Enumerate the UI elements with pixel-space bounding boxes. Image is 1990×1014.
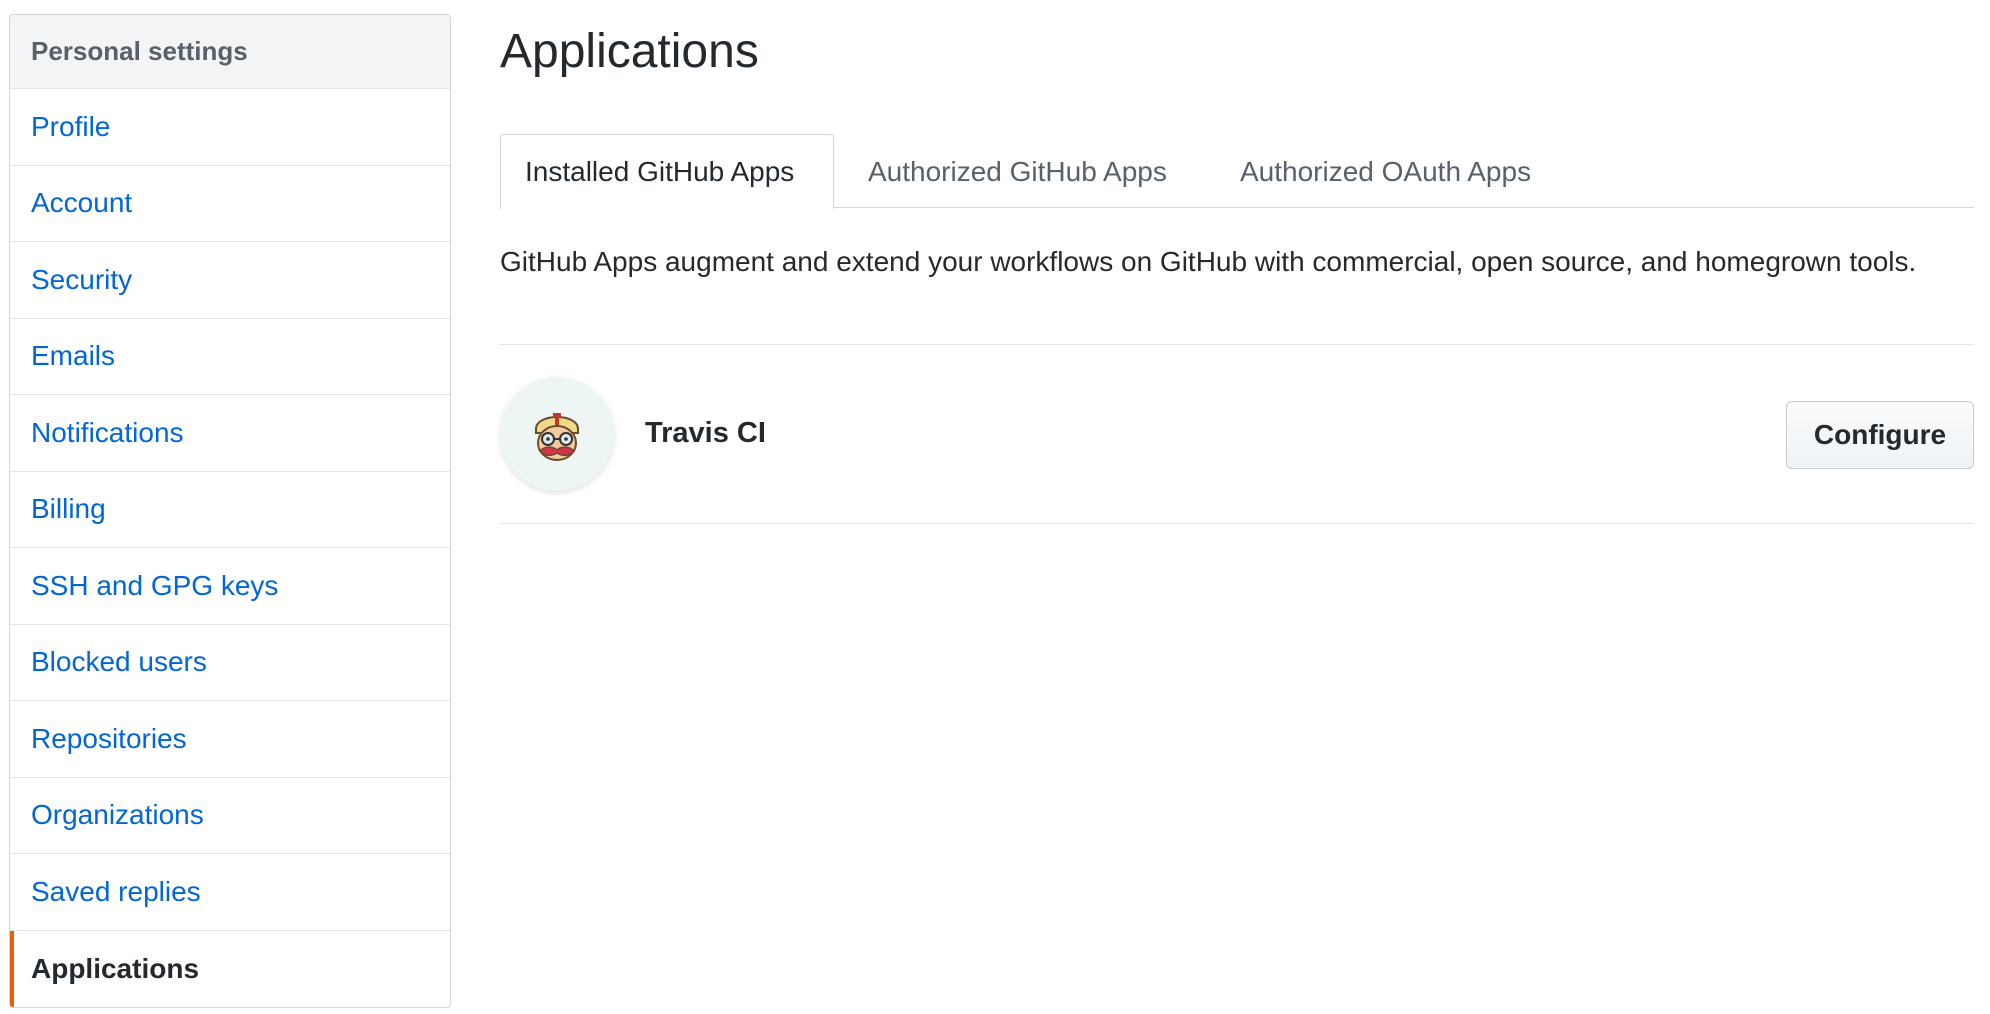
- sidebar-item-repositories[interactable]: Repositories: [10, 701, 450, 778]
- settings-sidebar: Personal settings Profile Account Securi…: [9, 14, 451, 1008]
- app-tabs: Installed GitHub Apps Authorized GitHub …: [500, 134, 1974, 209]
- tab-description: GitHub Apps augment and extend your work…: [500, 246, 1917, 277]
- sidebar-item-account[interactable]: Account: [10, 166, 450, 242]
- sidebar-item-blocked-users[interactable]: Blocked users: [10, 625, 450, 701]
- sidebar-item-applications[interactable]: Applications: [10, 930, 450, 1008]
- sidebar-item-billing[interactable]: Billing: [10, 472, 450, 548]
- sidebar-item-security[interactable]: Security: [10, 242, 450, 319]
- sidebar-item-saved-replies[interactable]: Saved replies: [10, 854, 450, 931]
- tab-installed-github-apps[interactable]: Installed GitHub Apps: [500, 134, 834, 209]
- sidebar-item-profile[interactable]: Profile: [10, 89, 450, 166]
- app-name: Travis CI: [645, 417, 766, 449]
- tab-authorized-oauth-apps[interactable]: Authorized OAuth Apps: [1240, 134, 1531, 209]
- sidebar-item-ssh-gpg-keys[interactable]: SSH and GPG keys: [10, 548, 450, 625]
- installed-apps-list: Travis CI Configure: [500, 344, 1974, 524]
- travis-ci-mascot-icon: [500, 377, 614, 491]
- settings-page: Personal settings Profile Account Securi…: [0, 0, 1990, 1014]
- sidebar-item-emails[interactable]: Emails: [10, 319, 450, 395]
- sidebar-header: Personal settings: [10, 15, 450, 89]
- configure-button[interactable]: Configure: [1786, 401, 1974, 469]
- tab-authorized-github-apps[interactable]: Authorized GitHub Apps: [868, 134, 1167, 209]
- travis-ci-mascot-svg: [535, 413, 579, 461]
- sidebar-item-organizations[interactable]: Organizations: [10, 778, 450, 854]
- sidebar-item-notifications[interactable]: Notifications: [10, 395, 450, 472]
- page-title: Applications: [500, 25, 759, 78]
